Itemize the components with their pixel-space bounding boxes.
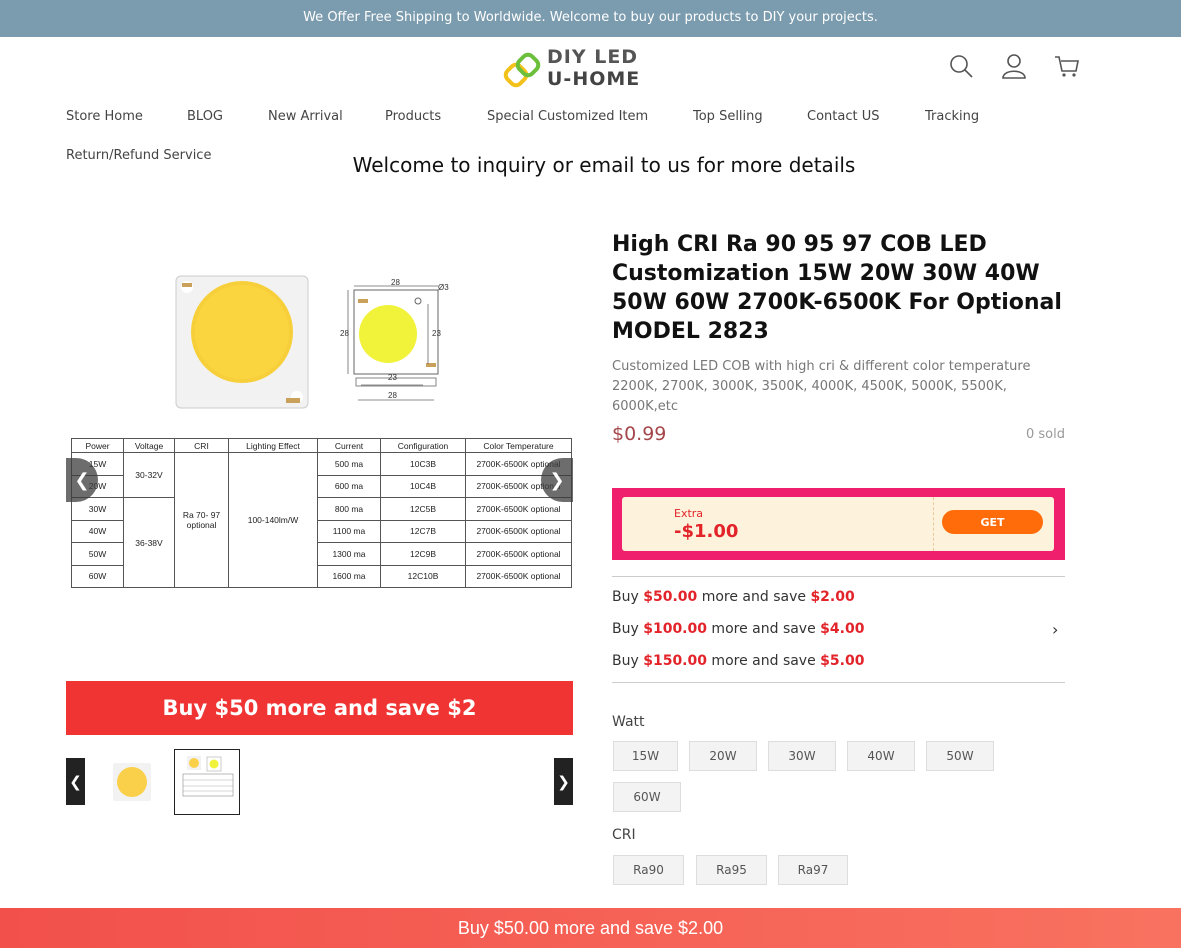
product-title: High CRI Ra 90 95 97 COB LED Customizati…: [612, 232, 1062, 344]
thumbnail-1[interactable]: [99, 749, 165, 815]
product-subtitle: Customized LED COB with high cri & diffe…: [612, 359, 1031, 414]
nav-store-home[interactable]: Store Home: [66, 109, 143, 124]
cri-label: CRI: [612, 827, 636, 843]
watt-option-15w[interactable]: 15W: [613, 741, 678, 771]
cell-effect: 100-140lm/W: [228, 452, 318, 588]
cri-option-ra97[interactable]: Ra97: [778, 855, 848, 885]
cell-config: 10C3B: [380, 452, 466, 476]
cell-power: 50W: [71, 542, 124, 566]
cell-config: 12C10B: [380, 564, 466, 588]
cell-current: 1600 ma: [317, 564, 381, 588]
cell-voltage-a: 30-32V: [123, 452, 175, 498]
cell-config: 12C9B: [380, 542, 466, 566]
watt-option-50w[interactable]: 50W: [926, 741, 994, 771]
nav-contact-us[interactable]: Contact US: [807, 109, 879, 124]
announcement-bar: We Offer Free Shipping to Worldwide. Wel…: [0, 0, 1181, 37]
coupon-card: Extra -$1.00 GET: [612, 488, 1065, 560]
watt-option-40w[interactable]: 40W: [847, 741, 915, 771]
divider: [612, 682, 1065, 683]
sold-count: 0 sold: [1026, 427, 1065, 442]
th-cri: CRI: [174, 438, 229, 453]
logo-text-line1: DIY LED: [547, 46, 639, 68]
cell-cri: Ra 70- 97 optional: [174, 452, 229, 588]
divider: [612, 576, 1065, 577]
th-power: Power: [71, 438, 124, 453]
dim-left: 28: [340, 329, 349, 338]
th-temp: Color Temperature: [465, 438, 572, 453]
chevron-right-icon[interactable]: ›: [1052, 620, 1058, 639]
nav-new-arrival[interactable]: New Arrival: [268, 109, 343, 124]
thumb-prev-button[interactable]: ❮: [66, 758, 85, 805]
cell-power: 40W: [71, 519, 124, 543]
nav-special-customized[interactable]: Special Customized Item: [487, 109, 648, 124]
search-icon[interactable]: [948, 53, 974, 79]
dim-bottom2: 28: [388, 391, 397, 400]
coupon-amount: -$1.00: [674, 521, 739, 542]
watt-option-20w[interactable]: 20W: [689, 741, 757, 771]
watt-label: Watt: [612, 714, 645, 730]
chevron-left-icon: ❮: [69, 772, 82, 791]
cell-temp: 2700K-6500K optional: [465, 519, 572, 543]
cob-thumbnail-image: [113, 763, 151, 801]
coupon-divider: [933, 497, 934, 551]
th-voltage: Voltage: [123, 438, 175, 453]
nav-blog[interactable]: BLOG: [187, 109, 223, 124]
cell-temp: 2700K-6500K optional: [465, 542, 572, 566]
coupon-extra-label: Extra: [674, 507, 704, 520]
cell-config: 10C4B: [380, 474, 466, 498]
cell-current: 1300 ma: [317, 542, 381, 566]
thumb-next-button[interactable]: ❯: [554, 758, 573, 805]
cell-config: 12C7B: [380, 519, 466, 543]
cell-power: 60W: [71, 564, 124, 588]
nav-tracking[interactable]: Tracking: [925, 109, 979, 124]
cell-current: 1100 ma: [317, 519, 381, 543]
chevron-right-icon: ❯: [549, 469, 565, 491]
chevron-left-icon: ❮: [74, 469, 90, 491]
cell-current: 800 ma: [317, 497, 381, 521]
thumbnail-2[interactable]: [174, 749, 240, 815]
sticky-promo-bar[interactable]: Buy $50.00 more and save $2.00: [0, 908, 1181, 948]
watt-option-60w[interactable]: 60W: [613, 782, 681, 812]
discount-tier-3: Buy $150.00 more and save $5.00: [612, 653, 865, 669]
cart-icon[interactable]: [1054, 53, 1080, 79]
th-current: Current: [317, 438, 381, 453]
cell-temp: 2700K-6500K optional: [465, 564, 572, 588]
coupon-get-button[interactable]: GET: [942, 510, 1043, 534]
watt-option-30w[interactable]: 30W: [768, 741, 836, 771]
cell-voltage-b: 36-38V: [123, 497, 175, 588]
product-price: $0.99: [612, 423, 667, 445]
dim-right: 23: [432, 329, 441, 338]
cell-config: 12C5B: [380, 497, 466, 521]
dim-bottom1: 23: [388, 373, 397, 382]
cri-option-ra95[interactable]: Ra95: [696, 855, 767, 885]
logo-rings-icon: [503, 52, 541, 88]
discount-tier-2: Buy $100.00 more and save $4.00: [612, 621, 865, 637]
nav-top-selling[interactable]: Top Selling: [693, 109, 763, 124]
nav-products[interactable]: Products: [385, 109, 441, 124]
dim-dia: Ø3: [438, 283, 449, 292]
buy-more-save-button[interactable]: Buy $50 more and save $2: [66, 681, 573, 735]
dim-top: 28: [391, 278, 400, 287]
cell-current: 500 ma: [317, 452, 381, 476]
cell-current: 600 ma: [317, 474, 381, 498]
th-config: Configuration: [380, 438, 466, 453]
cri-option-ra90[interactable]: Ra90: [613, 855, 684, 885]
th-effect: Lighting Effect: [228, 438, 318, 453]
logo-text-line2: U-HOME: [547, 68, 641, 90]
welcome-message: Welcome to inquiry or email to us for mo…: [352, 153, 856, 177]
store-logo[interactable]: DIY LED U-HOME: [503, 44, 643, 94]
user-icon[interactable]: [1001, 53, 1027, 79]
coupon-inner: Extra -$1.00 GET: [622, 497, 1054, 551]
spec-table: Power Voltage CRI Lighting Effect Curren…: [71, 438, 572, 588]
cob-led-illustration: 28 28 23 23 28 Ø3: [175, 275, 449, 409]
spec-thumbnail-image: [182, 756, 234, 797]
discount-tier-1: Buy $50.00 more and save $2.00: [612, 589, 855, 605]
chevron-right-icon: ❯: [557, 772, 570, 791]
